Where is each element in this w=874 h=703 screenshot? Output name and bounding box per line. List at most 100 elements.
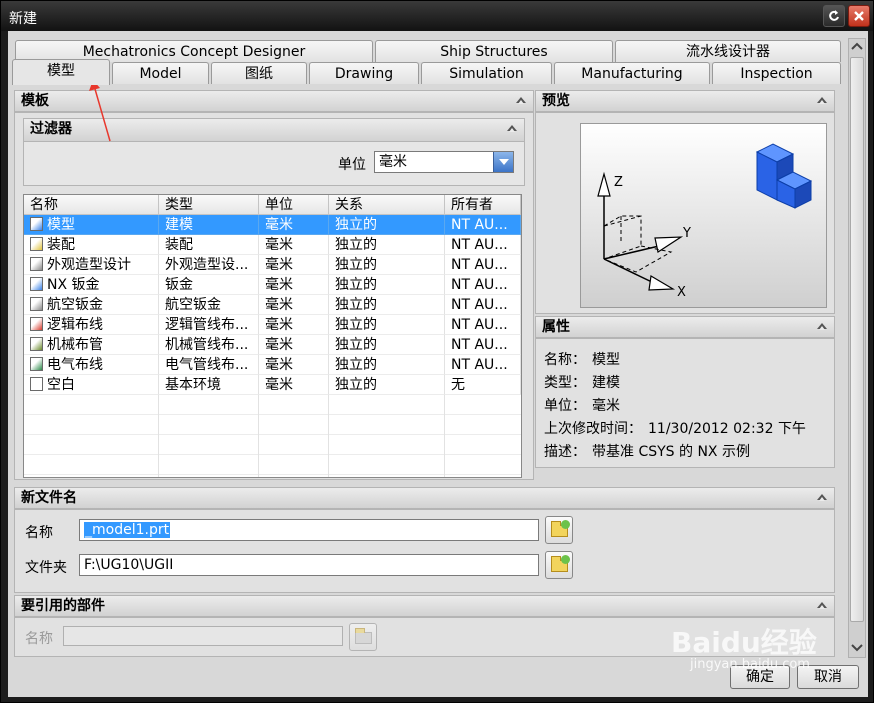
tab-drawing-cn[interactable]: 图纸: [211, 62, 307, 84]
reset-dialog-button[interactable]: [823, 5, 845, 27]
dropdown-button[interactable]: [493, 152, 513, 172]
table-row[interactable]: 逻辑布线 逻辑管线布... 毫米 独立的 NT AU...: [24, 315, 521, 335]
scroll-thumb[interactable]: [850, 57, 864, 622]
cell-relation: 独立的: [329, 355, 445, 375]
browse-name-button[interactable]: [545, 516, 573, 544]
tab-manufacturing[interactable]: Manufacturing: [554, 62, 710, 84]
cell-type-text: 电气管线布...: [165, 357, 249, 373]
templates-header-label: 模板: [21, 93, 49, 109]
table-row[interactable]: 空白 基本环境 毫米 独立的 无: [24, 375, 521, 395]
new-file-dialog: 新建 Mechatronics Concept Designer Ship St…: [0, 0, 874, 703]
solid-model-icon: [755, 143, 813, 209]
cell-relation-text: 独立的: [335, 317, 377, 333]
property-row: 类型： 建模: [544, 372, 620, 392]
cell-unit: 毫米: [259, 295, 329, 315]
cell-type: 基本环境: [159, 375, 259, 395]
tab-simulation[interactable]: Simulation: [421, 62, 552, 84]
table-row[interactable]: 外观造型设计 外观造型设... 毫米 独立的 NT AU...: [24, 255, 521, 275]
table-row[interactable]: 机械布管 机械管线布... 毫米 独立的 NT AU...: [24, 335, 521, 355]
cell-name: NX 钣金: [24, 275, 159, 295]
folder-input[interactable]: F:\UG10\UGII: [79, 554, 539, 576]
collapse-icon[interactable]: [515, 94, 527, 106]
cell-unit: 毫米: [259, 255, 329, 275]
tab-model[interactable]: Model: [112, 62, 209, 84]
collapse-icon[interactable]: [816, 94, 828, 106]
column-header-name[interactable]: 名称: [24, 195, 159, 215]
preview-header-label: 预览: [542, 93, 570, 109]
cell-owner-text: NT AU...: [451, 297, 508, 313]
browse-folder-button[interactable]: [545, 551, 573, 579]
column-divider: [444, 395, 445, 477]
new-file-header[interactable]: 新文件名: [14, 487, 835, 509]
collapse-icon[interactable]: [816, 599, 828, 611]
table-row[interactable]: 装配 装配 毫米 独立的 NT AU...: [24, 235, 521, 255]
tab-drawing[interactable]: Drawing: [309, 62, 419, 84]
cell-type: 钣金: [159, 275, 259, 295]
title-bar: 新建: [1, 1, 873, 31]
table-row[interactable]: NX 钣金 钣金 毫米 独立的 NT AU...: [24, 275, 521, 295]
property-value: 毫米: [592, 398, 620, 414]
tab-ship-structures[interactable]: Ship Structures: [375, 40, 613, 62]
cell-unit: 毫米: [259, 375, 329, 395]
dialog-scrollbar[interactable]: [848, 38, 866, 658]
property-value: 建模: [592, 375, 620, 391]
close-button[interactable]: [848, 5, 870, 27]
tab-line-designer[interactable]: 流水线设计器: [615, 40, 841, 62]
property-label: 名称：: [544, 352, 586, 368]
cell-type: 外观造型设...: [159, 255, 259, 275]
cell-name-text: 电气布线: [47, 357, 103, 373]
referenced-parts-header[interactable]: 要引用的部件: [14, 595, 835, 617]
preview-header[interactable]: 预览: [535, 90, 835, 112]
column-divider: [258, 395, 259, 477]
table-row[interactable]: 电气布线 电气管线布... 毫米 独立的 NT AU...: [24, 355, 521, 375]
column-divider: [328, 395, 329, 477]
table-row[interactable]: 航空钣金 航空钣金 毫米 独立的 NT AU...: [24, 295, 521, 315]
cell-relation: 独立的: [329, 275, 445, 295]
cell-name: 装配: [24, 235, 159, 255]
cell-type-text: 外观造型设...: [165, 257, 249, 273]
cell-type: 航空钣金: [159, 295, 259, 315]
cell-unit: 毫米: [259, 335, 329, 355]
cell-type-text: 钣金: [165, 277, 193, 293]
unit-select-value: 毫米: [379, 154, 407, 170]
cell-owner: NT AU...: [445, 335, 521, 355]
file-name-input[interactable]: _model1.prt: [79, 519, 539, 541]
unit-label: 单位: [338, 157, 366, 173]
cell-owner: NT AU...: [445, 275, 521, 295]
cell-owner-text: NT AU...: [451, 217, 508, 233]
cell-owner: NT AU...: [445, 355, 521, 375]
dialog-body: Mechatronics Concept Designer Ship Struc…: [8, 31, 868, 697]
cell-type-text: 建模: [165, 217, 193, 233]
tab-inspection[interactable]: Inspection: [712, 62, 841, 84]
cell-unit-text: 毫米: [265, 257, 293, 273]
collapse-icon[interactable]: [506, 122, 518, 134]
empty-rows: [24, 395, 521, 477]
collapse-icon[interactable]: [816, 491, 828, 503]
properties-header[interactable]: 属性: [535, 316, 835, 338]
chevron-down-icon: [499, 159, 509, 165]
csys-preview-graphic: Z Y X: [597, 143, 813, 300]
cell-owner: 无: [445, 375, 521, 395]
mechanical-routing-icon: [30, 337, 43, 351]
column-header-relation[interactable]: 关系: [329, 195, 445, 215]
column-header-unit[interactable]: 单位: [259, 195, 329, 215]
cell-unit-text: 毫米: [265, 377, 293, 393]
column-header-type[interactable]: 类型: [159, 195, 259, 215]
cell-unit: 毫米: [259, 215, 329, 235]
blank-icon: [30, 377, 43, 391]
cell-relation-text: 独立的: [335, 297, 377, 313]
unit-select[interactable]: 毫米: [374, 151, 514, 173]
watermark-url: jingyan.baidu.com: [690, 657, 810, 672]
table-row[interactable]: 模型 建模 毫米 独立的 NT AU...: [24, 215, 521, 235]
cell-unit-text: 毫米: [265, 357, 293, 373]
column-header-owner[interactable]: 所有者: [445, 195, 521, 215]
collapse-icon[interactable]: [816, 320, 828, 332]
aero-sheet-metal-icon: [30, 297, 43, 311]
tab-model-cn[interactable]: 模型: [12, 59, 110, 85]
cell-type: 装配: [159, 235, 259, 255]
cell-unit: 毫米: [259, 235, 329, 255]
axis-label-y: Y: [682, 226, 691, 241]
axis-label-x: X: [677, 285, 686, 300]
cell-relation: 独立的: [329, 315, 445, 335]
cell-owner: NT AU...: [445, 215, 521, 235]
